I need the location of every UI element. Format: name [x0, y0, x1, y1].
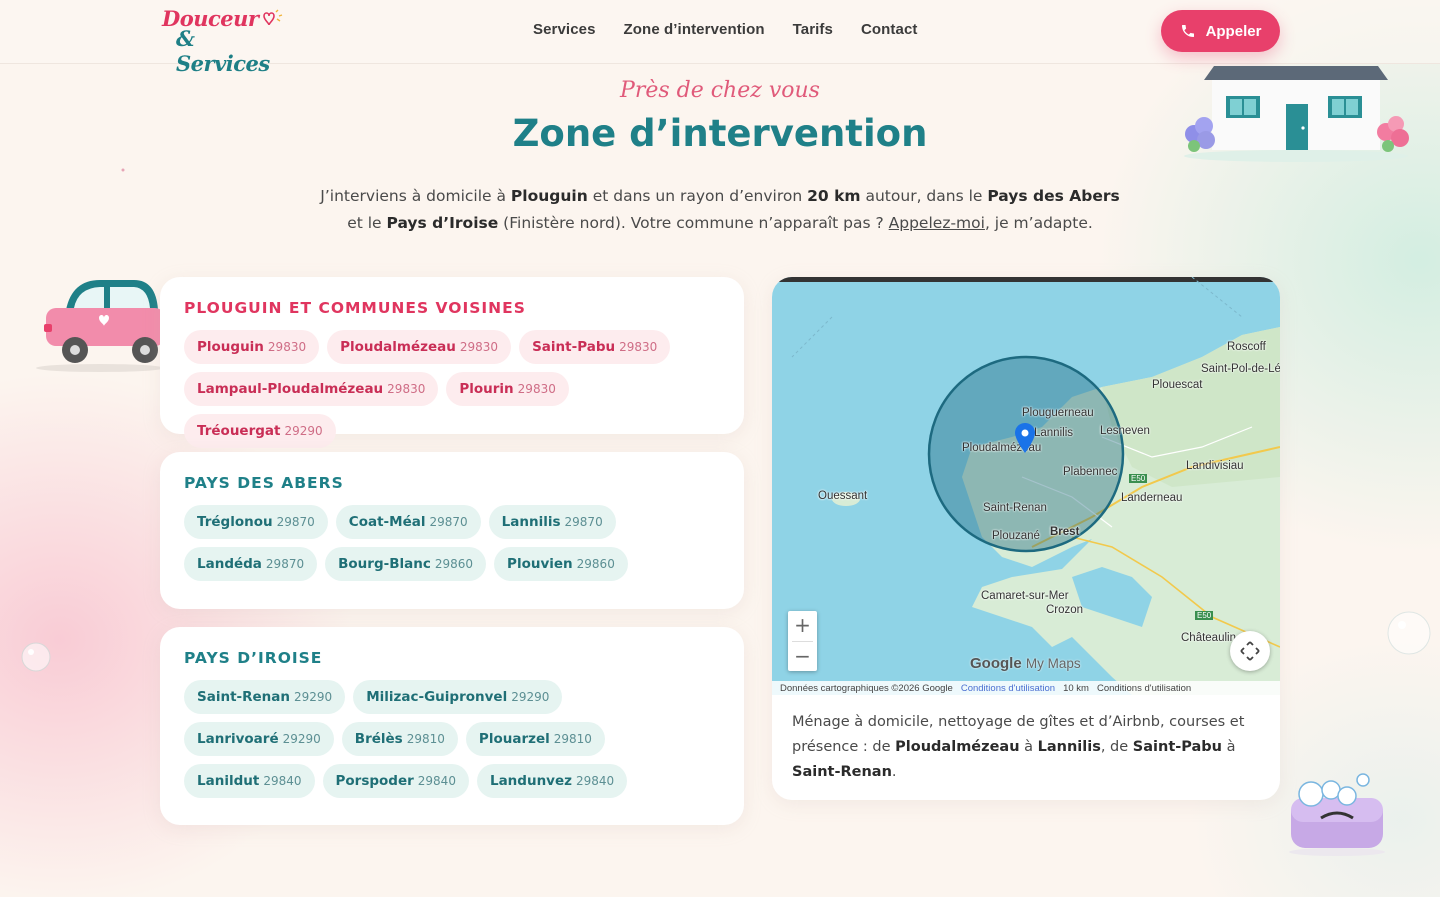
zone-card-abers: PAYS DES ABERS Tréglonou 29870 Coat-Méal 2… — [160, 452, 744, 609]
town-chip: Saint-Renan 29290 — [184, 680, 346, 714]
map-pin-icon[interactable] — [1015, 423, 1035, 453]
map-label: Lesneven — [1100, 425, 1150, 437]
map-label: Plabennec — [1063, 466, 1118, 478]
nav-zone[interactable]: Zone d’intervention — [624, 21, 765, 38]
sparkle-decoration — [121, 168, 125, 172]
town-chip: Ploudalmézeau 29830 — [327, 330, 512, 364]
map-label: Châteaulin — [1181, 632, 1236, 644]
map-label: Landivisiau — [1186, 460, 1244, 472]
zone-card-iroise: PAYS D’IROISE Saint-Renan 29290 Milizac-G… — [160, 627, 744, 825]
town-chip: Milizac-Guipronvel 29290 — [353, 680, 563, 714]
zoom-in-button[interactable]: + — [788, 611, 817, 641]
zoom-control: + − — [788, 611, 817, 671]
bubble-decoration — [21, 642, 51, 672]
call-me-link[interactable]: Appelez-moi — [889, 214, 985, 232]
zone-card-plouguin: PLOUGUIN ET COMMUNES VOISINES Plouguin 29… — [160, 277, 744, 448]
page-title: Zone d’intervention — [512, 112, 928, 155]
soap-illustration — [1289, 773, 1385, 856]
fullscreen-icon — [1240, 641, 1260, 661]
map-label: Plouescat — [1152, 379, 1203, 391]
map-label: Landerneau — [1121, 492, 1183, 504]
call-button-label: Appeler — [1205, 22, 1262, 40]
road-shield: E50 — [1195, 611, 1214, 620]
town-chip: Lampaul-Ploudalmézeau 29830 — [184, 372, 439, 406]
bubble-decoration — [1387, 611, 1431, 655]
logo-line2: & Services — [176, 26, 270, 76]
call-button[interactable]: Appeler — [1161, 10, 1280, 52]
attribution-text: Données cartographiques ©2026 Google — [780, 682, 953, 694]
town-chip: Porspoder 29840 — [322, 764, 469, 798]
town-chip: Coat-Méal 29870 — [335, 505, 481, 539]
map-scale: 10 km — [1063, 682, 1089, 694]
map-label: Plouguerneau — [1022, 407, 1094, 419]
heart-icon — [263, 9, 283, 26]
map-label: Brest — [1050, 526, 1080, 538]
town-chip: Plouguin 29830 — [184, 330, 320, 364]
map-label: Crozon — [1046, 604, 1084, 616]
town-chip: Landunvez 29840 — [476, 764, 628, 798]
map-label: Saint-Pol-de-Lé — [1201, 363, 1280, 375]
map-card: Roscoff Saint-Pol-de-Lé Plouescat Plougu… — [772, 277, 1280, 800]
map-label: Camaret-sur-Mer — [981, 590, 1069, 602]
town-chip-list: Tréglonou 29870 Coat-Méal 29870 Lannilis 29… — [184, 505, 720, 581]
town-chip: Plouvien 29860 — [494, 547, 628, 581]
map-attribution: Données cartographiques ©2026 Google Con… — [772, 681, 1280, 695]
town-chip: Plouarzel 29810 — [465, 722, 605, 756]
map-label: Saint-Renan — [983, 502, 1047, 514]
town-chip: Brélès 29810 — [341, 722, 458, 756]
zone-title: PLOUGUIN ET COMMUNES VOISINES — [184, 299, 526, 317]
terms-link-2[interactable]: Conditions d'utilisation — [1097, 683, 1191, 694]
site-header: Douceur & Services Services Zone d’inter… — [0, 0, 1440, 76]
zone-title: PAYS DES ABERS — [184, 474, 344, 492]
town-chip: Landéda 29870 — [184, 547, 318, 581]
zone-title: PAYS D’IROISE — [184, 649, 323, 667]
town-chip-list: Plouguin 29830 Ploudalmézeau 29830 Saint-P… — [184, 330, 720, 448]
nav-tarifs[interactable]: Tarifs — [793, 21, 833, 38]
fullscreen-button[interactable] — [1230, 631, 1270, 671]
section-kicker: Près de chez vous — [620, 78, 820, 103]
logo[interactable]: Douceur & Services — [160, 6, 284, 76]
town-chip: Tréglonou 29870 — [184, 505, 328, 539]
town-chip: Bourg-Blanc 29860 — [325, 547, 487, 581]
map-label: Plouzané — [992, 530, 1040, 542]
town-chip: Saint-Pabu 29830 — [519, 330, 671, 364]
town-chip: Lannilis 29870 — [488, 505, 616, 539]
town-chip: Plourin 29830 — [446, 372, 569, 406]
town-chip: Lanildut 29840 — [184, 764, 315, 798]
intro-text: J’interviens à domicile à Plouguin et da… — [320, 187, 1120, 232]
nav-services[interactable]: Services — [533, 21, 596, 38]
town-chip-list: Saint-Renan 29290 Milizac-Guipronvel 29290… — [184, 680, 720, 798]
terms-link[interactable]: Conditions d'utilisation — [961, 683, 1055, 694]
main-nav: Services Zone d’intervention Tarifs Cont… — [533, 21, 918, 38]
map-caption: Ménage à domicile, nettoyage de gîtes et… — [792, 714, 1245, 780]
town-chip: Lanrivoaré 29290 — [184, 722, 334, 756]
road-shield: E50 — [1129, 474, 1148, 483]
phone-icon — [1181, 25, 1194, 37]
town-chip: Tréouergat 29290 — [184, 414, 336, 448]
zoom-out-button[interactable]: − — [788, 642, 817, 672]
car-illustration — [36, 280, 165, 372]
map-label: Lannilis — [1034, 427, 1073, 439]
map-label: Ouessant — [818, 490, 868, 502]
embedded-map[interactable]: Roscoff Saint-Pol-de-Lé Plouescat Plougu… — [772, 277, 1280, 695]
map-label: Roscoff — [1227, 341, 1266, 353]
nav-contact[interactable]: Contact — [861, 21, 918, 38]
google-my-maps-logo: Google My Maps — [970, 655, 1081, 672]
